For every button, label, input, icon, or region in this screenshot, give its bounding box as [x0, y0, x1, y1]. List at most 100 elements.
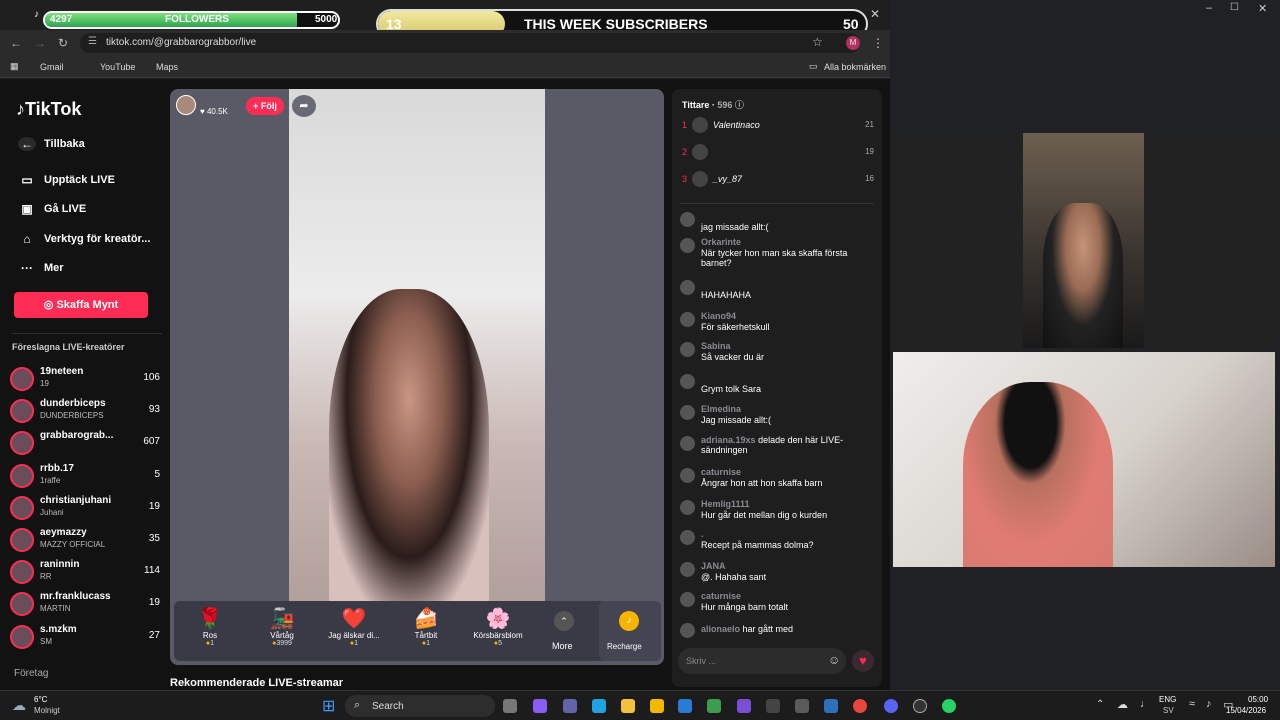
- profile-avatar[interactable]: M: [846, 36, 860, 50]
- tray-chevron-icon[interactable]: ⌃: [1096, 699, 1104, 710]
- live-video[interactable]: ♥ 40.5K + Följ ➦: [170, 89, 664, 665]
- m365-icon[interactable]: [737, 699, 751, 713]
- chat-avatar[interactable]: [680, 238, 695, 253]
- host-avatar[interactable]: [176, 95, 196, 115]
- info-icon[interactable]: ⓘ: [735, 100, 744, 110]
- teams-icon[interactable]: [563, 699, 577, 713]
- chat-avatar[interactable]: [680, 405, 695, 420]
- all-bookmarks-link[interactable]: Alla bokmärken: [824, 62, 886, 72]
- top-viewer-item[interactable]: 2 19: [682, 144, 874, 164]
- nav-creator-tools[interactable]: ⌂ Verktyg för kreatör...: [18, 232, 150, 246]
- cloud-icon[interactable]: ☁: [1117, 698, 1128, 711]
- tab-close-icon[interactable]: ✕: [870, 7, 880, 21]
- emoji-icon[interactable]: ☺: [828, 653, 840, 667]
- window-close-icon[interactable]: ✕: [1258, 2, 1267, 15]
- chat-username[interactable]: caturnise: [701, 467, 741, 477]
- recharge-button[interactable]: ♪ Recharge: [599, 601, 661, 661]
- weather-icon[interactable]: ☁: [12, 697, 26, 714]
- mic-icon[interactable]: ♩: [1140, 698, 1151, 710]
- chat-avatar[interactable]: [680, 500, 695, 515]
- gift-item[interactable]: 🌹 Ros ●1: [175, 607, 245, 647]
- gift-item[interactable]: ❤️ Jag älskar di... ●1: [319, 607, 389, 647]
- chevron-up-icon[interactable]: ⌃: [554, 611, 574, 631]
- chat-username[interactable]: Sabina: [701, 341, 731, 351]
- chat-username[interactable]: Hemlig1111: [701, 499, 750, 509]
- whatsapp-icon[interactable]: [942, 699, 956, 713]
- windows-start-icon[interactable]: ⊞: [322, 696, 335, 716]
- clock-date[interactable]: 15/04/2026: [1226, 706, 1266, 715]
- copilot-icon[interactable]: [533, 699, 547, 713]
- task-view-icon[interactable]: [503, 699, 517, 713]
- file-explorer-icon[interactable]: [621, 699, 635, 713]
- chat-input[interactable]: Skriv ... ☺: [678, 648, 846, 674]
- creator-item[interactable]: aeymazzy MAZZY OFFICIAL 35: [10, 526, 160, 554]
- gift-item[interactable]: 🌸 Körsbärsblom ●5: [463, 607, 533, 647]
- creator-item[interactable]: dunderbiceps DUNDERBICEPS 93: [10, 397, 160, 425]
- chat-username[interactable]: adriana.19xs: [701, 435, 756, 445]
- nav-discover-live[interactable]: ▭ Upptäck LIVE: [18, 173, 115, 187]
- tiktok-logo[interactable]: ♪TikTok: [16, 99, 81, 120]
- gift-item[interactable]: 🚂 Vårtåg ●3999: [247, 607, 317, 647]
- chat-username[interactable]: Kiano94: [701, 311, 736, 321]
- store-icon[interactable]: [824, 699, 838, 713]
- chat-avatar[interactable]: [680, 530, 695, 545]
- taskbar-search[interactable]: ⌕ Search: [345, 695, 495, 717]
- back-arrow-icon[interactable]: ←: [10, 36, 22, 50]
- chat-avatar[interactable]: [680, 562, 695, 577]
- chat-avatar[interactable]: [680, 468, 695, 483]
- photos-icon[interactable]: [650, 699, 664, 713]
- chat-username[interactable]: Orkarinte: [701, 237, 741, 247]
- bookmark-youtube[interactable]: YouTube: [100, 62, 135, 72]
- tiktok-tab-icon[interactable]: ♪: [34, 9, 39, 20]
- company-link[interactable]: Företag: [14, 668, 48, 679]
- reload-icon[interactable]: ↻: [58, 36, 68, 50]
- creator-item[interactable]: christianjuhani Juhani 19: [10, 494, 160, 522]
- url-field[interactable]: ☰ tiktok.com/@grabbarograbbor/live ☆: [80, 33, 860, 53]
- chat-avatar[interactable]: [680, 623, 695, 638]
- nav-go-live[interactable]: ▣ Gå LIVE: [18, 202, 86, 216]
- bookmark-star-icon[interactable]: ☆: [812, 35, 823, 49]
- chat-avatar[interactable]: [680, 312, 695, 327]
- language-indicator[interactable]: ENG: [1159, 695, 1176, 704]
- top-viewer-item[interactable]: 1 Valentinaco 21: [682, 117, 874, 137]
- chat-avatar[interactable]: [680, 374, 695, 389]
- share-icon[interactable]: ➦: [292, 95, 316, 117]
- obs-studio-icon[interactable]: [913, 699, 927, 713]
- minimize-icon[interactable]: –: [1206, 2, 1212, 14]
- clock-time[interactable]: 05:00: [1248, 695, 1268, 704]
- get-coins-button[interactable]: ◎ Skaffa Mynt: [14, 292, 148, 318]
- chat-username[interactable]: alionaelo: [701, 624, 740, 634]
- forward-arrow-icon[interactable]: →: [34, 36, 46, 50]
- follow-button[interactable]: + Följ: [246, 97, 284, 115]
- defender-icon[interactable]: [707, 699, 721, 713]
- bookmark-maps[interactable]: Maps: [156, 62, 178, 72]
- more-gifts-button[interactable]: More: [552, 641, 573, 651]
- like-heart-icon[interactable]: ♥: [852, 650, 874, 672]
- chat-avatar[interactable]: [680, 436, 695, 451]
- obs-icon[interactable]: [766, 699, 780, 713]
- creator-item[interactable]: rrbb.17 1raffe 5: [10, 462, 160, 490]
- nav-more[interactable]: ··· Mer: [18, 261, 64, 275]
- top-viewer-item[interactable]: 3 _vy_87 16: [682, 171, 874, 191]
- discord-icon[interactable]: [884, 699, 898, 713]
- gift-item[interactable]: 🍰 Tårtbit ●1: [391, 607, 461, 647]
- chat-username[interactable]: Elmedina: [701, 404, 741, 414]
- edge-icon[interactable]: [592, 699, 606, 713]
- chat-avatar[interactable]: [680, 592, 695, 607]
- bookmark-gmail[interactable]: Gmail: [40, 62, 64, 72]
- back-link[interactable]: ← Tillbaka: [18, 137, 85, 151]
- chrome-icon[interactable]: [853, 699, 867, 713]
- maximize-icon[interactable]: ☐: [1230, 2, 1239, 13]
- creator-item[interactable]: s.mzkm SM 27: [10, 623, 160, 651]
- app-icon[interactable]: [795, 699, 809, 713]
- viewers-header[interactable]: Tittare · 596 ⓘ: [682, 98, 744, 111]
- volume-icon[interactable]: ♪: [1206, 698, 1212, 710]
- creator-item[interactable]: grabbarograb... 607: [10, 429, 160, 457]
- creator-item[interactable]: 19neteen 19 106: [10, 365, 160, 393]
- browser-menu-icon[interactable]: ⋮: [872, 36, 884, 50]
- chat-username[interactable]: caturnise: [701, 591, 741, 601]
- outlook-icon[interactable]: [678, 699, 692, 713]
- chat-username[interactable]: .: [701, 529, 704, 539]
- wifi-icon[interactable]: ≈: [1189, 698, 1195, 710]
- chat-avatar[interactable]: [680, 280, 695, 295]
